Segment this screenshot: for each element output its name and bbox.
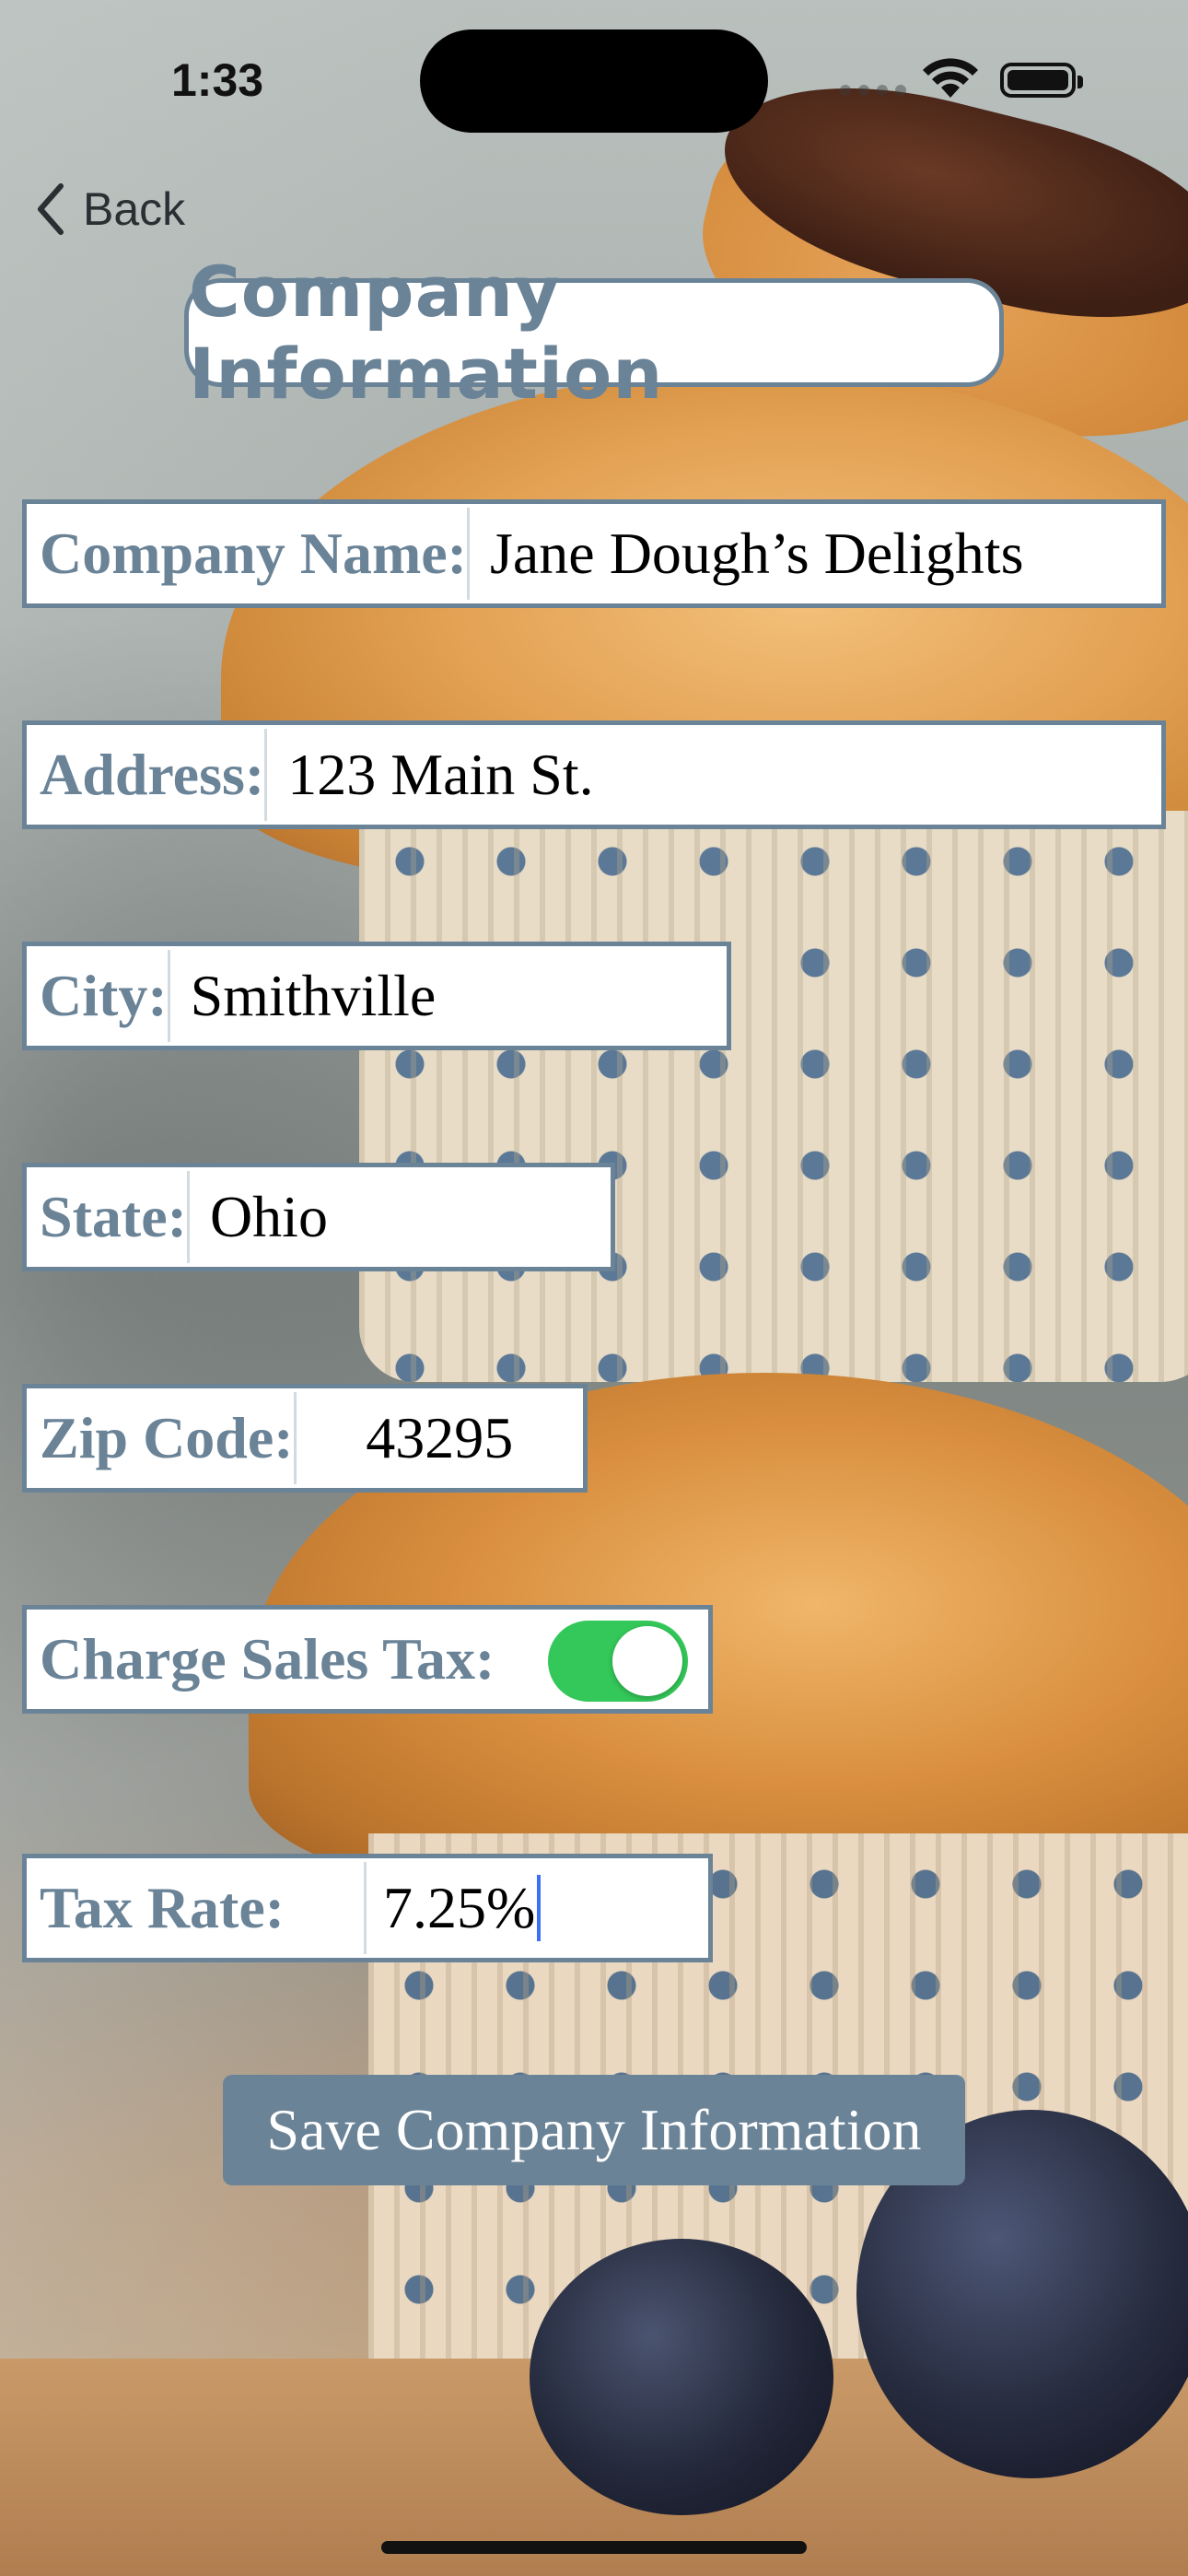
state-field[interactable]: Ohio — [190, 1167, 611, 1267]
status-bar: 1:33 — [0, 0, 1188, 147]
tax-rate-label: Tax Rate: — [40, 1875, 285, 1940]
tax-rate-field[interactable]: 7.25% — [367, 1858, 708, 1958]
sales-tax-toggle[interactable] — [548, 1621, 688, 1702]
tax-rate-value: 7.25% — [383, 1875, 536, 1940]
page-title-box: Company Information — [184, 251, 1004, 415]
state-row: State: Ohio — [22, 1163, 615, 1271]
home-indicator — [381, 2541, 807, 2554]
back-label: Back — [83, 183, 186, 235]
state-label: State: — [40, 1184, 187, 1249]
chevron-left-icon — [38, 183, 64, 235]
zip-code-field[interactable]: 43295 — [297, 1388, 583, 1488]
blueberry — [530, 2239, 833, 2515]
sales-tax-row: Charge Sales Tax: — [22, 1605, 713, 1714]
cellular-signal-icon — [840, 85, 906, 96]
sales-tax-label: Charge Sales Tax: — [40, 1626, 495, 1692]
page-title: Company Information — [189, 251, 664, 415]
back-button[interactable]: Back — [33, 181, 185, 238]
address-field[interactable]: 123 Main St. — [267, 725, 1161, 825]
address-row: Address: 123 Main St. — [22, 720, 1166, 829]
city-field[interactable]: Smithville — [170, 946, 727, 1046]
city-row: City: Smithville — [22, 942, 731, 1050]
dynamic-island — [420, 29, 768, 133]
status-time: 1:33 — [171, 54, 264, 106]
battery-icon — [1000, 63, 1083, 98]
tax-rate-row: Tax Rate: 7.25% — [22, 1854, 713, 1962]
company-name-field[interactable]: Jane Dough’s Delights — [470, 504, 1161, 603]
zip-code-label: Zip Code: — [40, 1405, 294, 1470]
company-name-row: Company Name: Jane Dough’s Delights — [22, 499, 1166, 608]
city-label: City: — [40, 963, 168, 1028]
zip-code-row: Zip Code: 43295 — [22, 1384, 588, 1493]
muffin-liner-upper — [359, 811, 1188, 1382]
text-caret — [537, 1875, 542, 1941]
wifi-icon — [923, 58, 978, 98]
address-label: Address: — [40, 742, 265, 807]
save-company-information-button[interactable]: Save Company Information — [223, 2075, 965, 2185]
toggle-knob — [612, 1626, 682, 1696]
company-name-label: Company Name: — [40, 521, 467, 586]
